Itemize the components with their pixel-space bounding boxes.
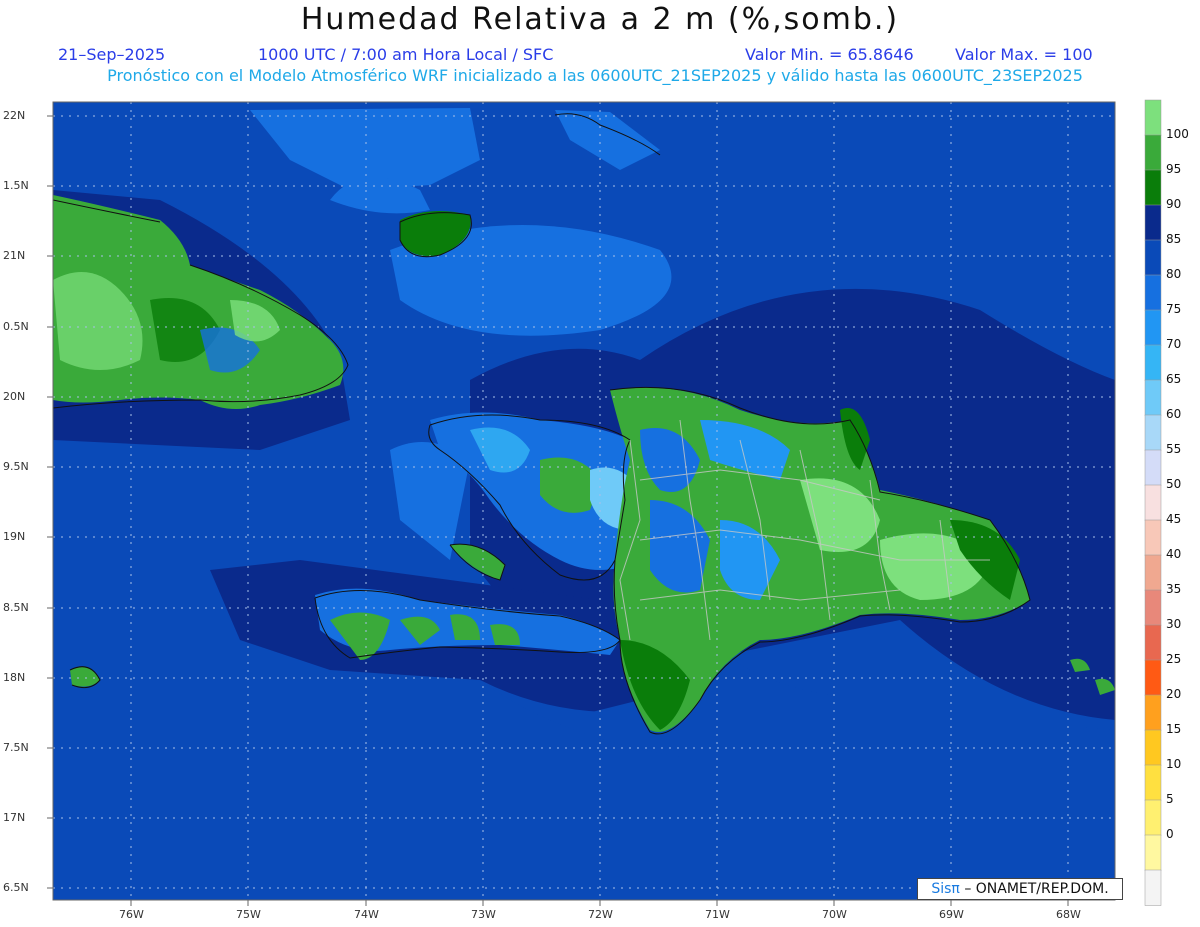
colorbar-swatch bbox=[1144, 624, 1162, 661]
lat-label: 19N bbox=[3, 530, 26, 543]
colorbar-label: 80 bbox=[1166, 267, 1182, 281]
lat-label: 1.5N bbox=[3, 179, 29, 192]
colorbar-swatch bbox=[1144, 134, 1162, 171]
lat-label: 22N bbox=[3, 109, 26, 122]
colorbar-swatch bbox=[1144, 484, 1162, 521]
colorbar-swatch bbox=[1144, 239, 1162, 276]
colorbar-label: 95 bbox=[1166, 162, 1182, 176]
lon-label: 74W bbox=[354, 908, 379, 921]
colorbar-swatch bbox=[1144, 764, 1162, 801]
colorbar-swatch bbox=[1144, 694, 1162, 731]
colorbar-swatch bbox=[1144, 869, 1162, 906]
colorbar-label: 20 bbox=[1166, 687, 1182, 701]
lat-label: 0.5N bbox=[3, 320, 29, 333]
colorbar-label: 25 bbox=[1166, 652, 1182, 666]
lon-label: 69W bbox=[939, 908, 964, 921]
lat-label: 21N bbox=[3, 249, 26, 262]
colorbar-swatch bbox=[1144, 834, 1162, 871]
credit-box: Sisπ – ONAMET/REP.DOM. bbox=[917, 878, 1123, 900]
colorbar-swatch bbox=[1144, 554, 1162, 591]
colorbar-label: 30 bbox=[1166, 617, 1182, 631]
credit-org: – ONAMET/REP.DOM. bbox=[964, 881, 1109, 897]
colorbar bbox=[1144, 99, 1162, 906]
lon-label: 70W bbox=[822, 908, 847, 921]
colorbar-label: 45 bbox=[1166, 512, 1182, 526]
colorbar-swatch bbox=[1144, 449, 1162, 486]
colorbar-swatch bbox=[1144, 414, 1162, 451]
colorbar-label: 70 bbox=[1166, 337, 1182, 351]
colorbar-label: 55 bbox=[1166, 442, 1182, 456]
sispi-logo: Sisπ bbox=[931, 881, 960, 897]
colorbar-label: 10 bbox=[1166, 757, 1182, 771]
colorbar-swatch bbox=[1144, 344, 1162, 381]
lat-label: 6.5N bbox=[3, 881, 29, 894]
map-field bbox=[53, 102, 1115, 900]
colorbar-swatch bbox=[1144, 659, 1162, 696]
colorbar-label: 50 bbox=[1166, 477, 1182, 491]
colorbar-label: 75 bbox=[1166, 302, 1182, 316]
lon-label: 72W bbox=[588, 908, 613, 921]
colorbar-label: 100 bbox=[1166, 127, 1189, 141]
colorbar-label: 15 bbox=[1166, 722, 1182, 736]
colorbar-swatch bbox=[1144, 589, 1162, 626]
colorbar-label: 40 bbox=[1166, 547, 1182, 561]
lon-label: 75W bbox=[236, 908, 261, 921]
colorbar-label: 90 bbox=[1166, 197, 1182, 211]
colorbar-label: 0 bbox=[1166, 827, 1174, 841]
lat-label: 7.5N bbox=[3, 741, 29, 754]
humidity-map bbox=[47, 99, 1162, 906]
lat-label: 9.5N bbox=[3, 460, 29, 473]
lon-label: 71W bbox=[705, 908, 730, 921]
colorbar-swatch bbox=[1144, 799, 1162, 836]
lat-label: 17N bbox=[3, 811, 26, 824]
lat-label: 8.5N bbox=[3, 601, 29, 614]
lat-label: 18N bbox=[3, 671, 26, 684]
colorbar-swatch bbox=[1144, 379, 1162, 416]
lon-label: 68W bbox=[1056, 908, 1081, 921]
colorbar-swatch bbox=[1144, 204, 1162, 241]
lon-label: 73W bbox=[471, 908, 496, 921]
colorbar-label: 65 bbox=[1166, 372, 1182, 386]
colorbar-swatch bbox=[1144, 309, 1162, 346]
colorbar-label: 35 bbox=[1166, 582, 1182, 596]
colorbar-swatch bbox=[1144, 519, 1162, 556]
colorbar-label: 60 bbox=[1166, 407, 1182, 421]
colorbar-swatch bbox=[1144, 274, 1162, 311]
colorbar-label: 5 bbox=[1166, 792, 1174, 806]
colorbar-label: 85 bbox=[1166, 232, 1182, 246]
colorbar-swatch bbox=[1144, 99, 1162, 136]
colorbar-swatch bbox=[1144, 169, 1162, 206]
lon-label: 76W bbox=[119, 908, 144, 921]
lat-label: 20N bbox=[3, 390, 26, 403]
colorbar-swatch bbox=[1144, 729, 1162, 766]
